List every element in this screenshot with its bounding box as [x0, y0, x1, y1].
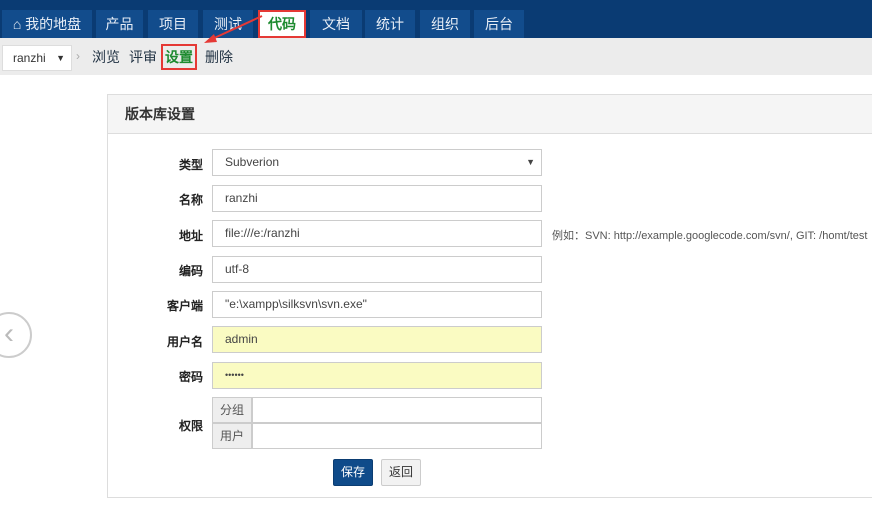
tab-admin[interactable]: 后台	[474, 10, 524, 38]
caret-down-icon: ▼	[56, 53, 65, 63]
tab-project[interactable]: 项目	[148, 10, 198, 38]
client-input[interactable]: "e:\xampp\silksvn\svn.exe"	[212, 291, 542, 318]
type-label: 类型	[178, 158, 203, 172]
acl-group-input[interactable]	[252, 397, 542, 423]
subnav-settings[interactable]: 设置	[161, 44, 197, 70]
save-button[interactable]: 保存	[333, 459, 373, 486]
tab-product[interactable]: 产品	[96, 10, 143, 38]
back-button[interactable]: 返回	[381, 459, 421, 486]
repo-select[interactable]: ranzhi ▼	[2, 45, 72, 71]
acl-user-addon: 用户	[212, 423, 252, 449]
account-label: 用户名	[166, 335, 203, 349]
tab-company[interactable]: 组织	[420, 10, 470, 38]
tab-my-dashboard[interactable]: ⌂ 我的地盘	[2, 10, 92, 38]
panel-title: 版本库设置	[108, 95, 872, 134]
acl-label: 权限	[178, 419, 203, 433]
tab-report[interactable]: 统计	[365, 10, 415, 38]
home-icon: ⌂	[12, 16, 26, 32]
password-input[interactable]: ••••••	[212, 362, 542, 389]
path-label: 地址	[178, 229, 203, 243]
acl-user-input[interactable]	[252, 423, 542, 449]
path-hint: 例如：SVN: http://example.googlecode.com/sv…	[552, 230, 868, 242]
subnav-delete[interactable]: 删除	[205, 47, 233, 67]
subnav-browse[interactable]: 浏览	[92, 47, 120, 67]
annotation-arrow-icon	[204, 15, 263, 43]
type-select[interactable]: Subverion ▼	[212, 149, 542, 176]
encoding-label: 编码	[178, 264, 203, 278]
name-label: 名称	[178, 193, 203, 207]
chevron-right-icon: ›	[76, 49, 80, 63]
account-input[interactable]: admin	[212, 326, 542, 353]
name-input[interactable]: ranzhi	[212, 185, 542, 212]
acl-group-addon: 分组	[212, 397, 252, 423]
password-label: 密码	[178, 370, 203, 384]
tab-doc[interactable]: 文档	[310, 10, 362, 38]
back-circle-button[interactable]: ‹	[0, 312, 32, 358]
path-input[interactable]: file:///e:/ranzhi	[212, 220, 542, 247]
client-label: 客户端	[166, 299, 203, 313]
subnav-review[interactable]: 评审	[129, 47, 157, 67]
top-nav-bar: ⌂ 我的地盘 产品 项目 测试 代码 文档 统计 组织 后台	[0, 0, 872, 38]
caret-down-icon: ▼	[526, 157, 535, 167]
encoding-input[interactable]: utf-8	[212, 256, 542, 283]
